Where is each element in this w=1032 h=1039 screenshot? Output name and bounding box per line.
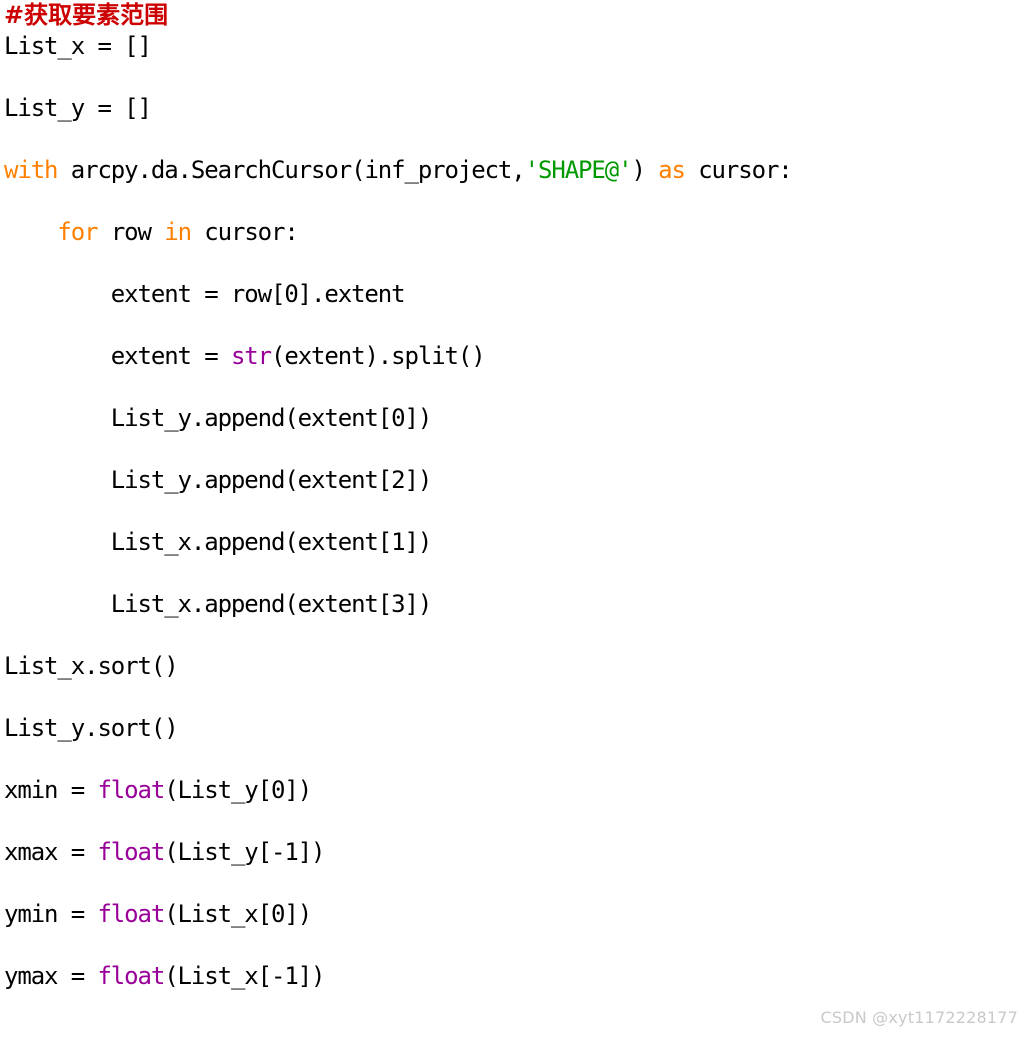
- code-token-plain: List_x = []: [4, 32, 152, 60]
- csdn-watermark: CSDN @xyt1172228177: [820, 1008, 1018, 1027]
- code-line: extent = row[0].extent: [0, 279, 1032, 310]
- code-token-keyword: with: [4, 156, 59, 184]
- code-token-plain: ymin =: [4, 900, 98, 928]
- code-line: List_x = []: [0, 31, 1032, 62]
- code-token-plain: (List_y[0]): [164, 776, 312, 804]
- code-line: extent = str(extent).split(): [0, 341, 1032, 372]
- code-line: xmin = float(List_y[0]): [0, 775, 1032, 806]
- code-line: #获取要素范围: [0, 0, 1032, 31]
- code-token-plain: xmax =: [4, 838, 98, 866]
- code-token-builtin: float: [97, 776, 165, 804]
- code-line: List_x.sort(): [0, 651, 1032, 682]
- code-token-plain: List_x.append(extent[1]): [4, 528, 433, 556]
- code-token-builtin: float: [97, 900, 165, 928]
- code-token-plain: extent = row[0].extent: [4, 280, 406, 308]
- code-line: List_x.append(extent[1]): [0, 527, 1032, 558]
- code-token-plain: cursor:: [684, 156, 793, 184]
- code-token-plain: (List_x[0]): [164, 900, 312, 928]
- code-token-plain: arcpy.da.SearchCursor(inf_project,: [57, 156, 526, 184]
- code-token-plain: cursor:: [190, 218, 299, 246]
- code-token-plain: (extent).split(): [271, 342, 486, 370]
- code-token-plain: ): [631, 156, 659, 184]
- code-token-plain: (List_x[-1]): [164, 962, 325, 990]
- code-token-plain: ymax =: [4, 962, 98, 990]
- code-line: ymax = float(List_x[-1]): [0, 961, 1032, 992]
- code-line: for row in cursor:: [0, 217, 1032, 248]
- code-token-plain: List_x.sort(): [4, 652, 179, 680]
- code-line: List_y.append(extent[2]): [0, 465, 1032, 496]
- code-token-keyword: for: [57, 218, 98, 246]
- code-token-keyword: as: [658, 156, 686, 184]
- code-line: ymin = float(List_x[0]): [0, 899, 1032, 930]
- code-token-builtin: str: [230, 342, 272, 370]
- code-token-plain: row: [97, 218, 165, 246]
- code-line: List_y.sort(): [0, 713, 1032, 744]
- code-token-plain: List_y.append(extent[2]): [4, 466, 433, 494]
- code-line: List_y.append(extent[0]): [0, 403, 1032, 434]
- code-token-comment: #获取要素范围: [4, 1, 169, 29]
- code-line: List_y = []: [0, 93, 1032, 124]
- code-token-plain: extent =: [4, 342, 231, 370]
- code-token-plain: List_y = []: [4, 94, 152, 122]
- code-token-plain: xmin =: [4, 776, 98, 804]
- code-token-plain: (List_y[-1]): [164, 838, 325, 866]
- code-token-plain: List_y.append(extent[0]): [4, 404, 433, 432]
- code-block[interactable]: #获取要素范围 List_x = [] List_y = [] with arcpy.…: [0, 0, 1032, 992]
- code-token-builtin: float: [97, 838, 165, 866]
- code-line: xmax = float(List_y[-1]): [0, 837, 1032, 868]
- code-line: List_x.append(extent[3]): [0, 589, 1032, 620]
- code-token-plain: List_y.sort(): [4, 714, 179, 742]
- code-line: with arcpy.da.SearchCursor(inf_project,'…: [0, 155, 1032, 186]
- code-token-keyword: in: [164, 218, 192, 246]
- code-token-builtin: float: [97, 962, 165, 990]
- code-token-plain: List_x.append(extent[3]): [4, 590, 433, 618]
- code-token-string: 'SHAPE@': [524, 156, 633, 184]
